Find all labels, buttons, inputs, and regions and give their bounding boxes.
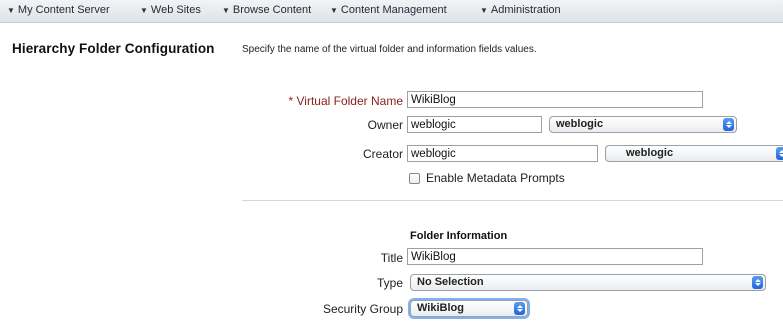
section-divider <box>242 200 783 201</box>
owner-label: Owner <box>367 118 403 132</box>
nav-my-content-server[interactable]: ▼ My Content Server <box>7 4 110 16</box>
select-arrows-icon <box>514 302 525 315</box>
page-title: Hierarchy Folder Configuration <box>12 41 215 56</box>
select-arrows-icon <box>752 276 763 289</box>
nav-administration[interactable]: ▼ Administration <box>480 4 561 16</box>
security-group-select-value: WikiBlog <box>417 302 464 314</box>
select-arrows-icon <box>776 147 783 160</box>
security-group-label: Security Group <box>322 302 403 316</box>
nav-label: My Content Server <box>17 4 110 16</box>
nav-browse-content[interactable]: ▼ Browse Content <box>222 4 311 16</box>
owner-select-value: weblogic <box>556 118 604 130</box>
folder-information-heading: Folder Information <box>410 230 508 242</box>
chevron-down-icon: ▼ <box>7 6 15 15</box>
chevron-down-icon: ▼ <box>330 6 338 15</box>
nav-content-management[interactable]: ▼ Content Management <box>330 4 447 16</box>
title-label: Title <box>380 251 403 265</box>
type-label: Type <box>376 276 403 290</box>
owner-input[interactable] <box>407 116 542 133</box>
type-select-value: No Selection <box>417 276 484 288</box>
virtual-folder-name-input[interactable] <box>407 91 703 108</box>
owner-select[interactable]: weblogic <box>549 116 737 133</box>
nav-web-sites[interactable]: ▼ Web Sites <box>140 4 201 16</box>
chevron-down-icon: ▼ <box>480 6 488 15</box>
creator-label: Creator <box>362 147 403 161</box>
creator-select[interactable]: weblogic <box>605 145 783 162</box>
page-description: Specify the name of the virtual folder a… <box>242 44 537 55</box>
select-arrows-icon <box>723 118 734 131</box>
security-group-select[interactable]: WikiBlog <box>410 300 528 317</box>
nav-label: Browse Content <box>232 4 312 16</box>
nav-label: Administration <box>490 4 561 16</box>
title-input[interactable] <box>407 248 703 265</box>
enable-metadata-prompts-label: Enable Metadata Prompts <box>426 171 565 185</box>
nav-label: Web Sites <box>150 4 201 16</box>
creator-select-value: weblogic <box>626 147 674 159</box>
creator-input[interactable] <box>407 145 598 162</box>
chevron-down-icon: ▼ <box>222 6 230 15</box>
type-select[interactable]: No Selection <box>410 274 766 291</box>
chevron-down-icon: ▼ <box>140 6 148 15</box>
enable-metadata-prompts-checkbox[interactable] <box>409 173 420 184</box>
nav-label: Content Management <box>340 4 447 16</box>
top-navigation-bar: ▼ My Content Server ▼ Web Sites ▼ Browse Co… <box>0 0 783 23</box>
virtual-folder-name-label: * Virtual Folder Name <box>288 94 404 108</box>
